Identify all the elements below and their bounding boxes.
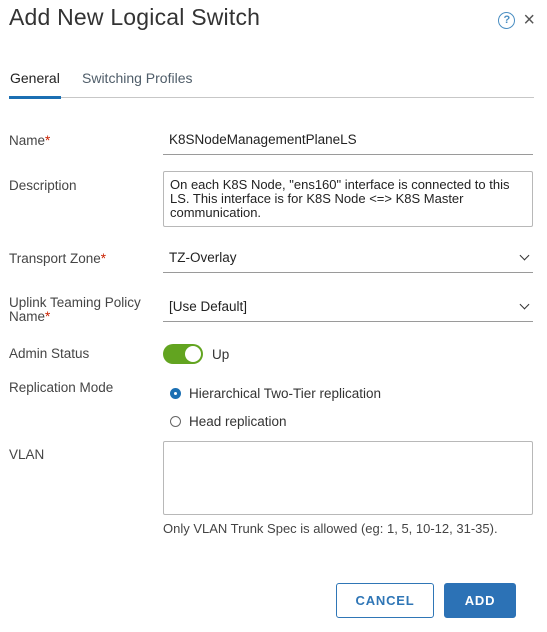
toggle-knob xyxy=(185,346,201,362)
required-marker: * xyxy=(45,309,51,324)
close-icon[interactable]: × xyxy=(523,10,535,30)
radio-hierarchical-two-tier[interactable] xyxy=(170,388,181,399)
uplink-label-line2: Name xyxy=(9,309,46,324)
admin-status-toggle[interactable] xyxy=(163,344,203,364)
uplink-teaming-policy-value: [Use Default] xyxy=(169,299,248,314)
cancel-button[interactable]: CANCEL xyxy=(336,583,434,618)
uplink-teaming-policy-label: Uplink Teaming Policy Name* xyxy=(9,296,141,324)
dialog-header-icons: ? × xyxy=(498,10,535,30)
description-label: Description xyxy=(9,178,77,193)
tab-bar: General Switching Profiles xyxy=(9,70,534,99)
replication-mode-label: Replication Mode xyxy=(9,380,114,395)
vlan-hint: Only VLAN Trunk Spec is allowed (eg: 1, … xyxy=(163,521,498,536)
vlan-label: VLAN xyxy=(9,447,45,462)
name-label-text: Name xyxy=(9,133,46,148)
radio-hierarchical-two-tier-label[interactable]: Hierarchical Two-Tier replication xyxy=(189,386,381,401)
required-marker: * xyxy=(100,251,107,266)
description-textarea[interactable]: On each K8S Node, "ens160" interface is … xyxy=(163,171,533,227)
help-icon[interactable]: ? xyxy=(498,11,516,29)
chevron-down-icon xyxy=(519,250,530,261)
tab-switching-profiles[interactable]: Switching Profiles xyxy=(82,70,193,96)
transport-zone-select[interactable]: TZ-Overlay xyxy=(163,246,533,273)
admin-status-value: Up xyxy=(212,347,230,362)
name-input-value: K8SNodeManagementPlaneLS xyxy=(169,132,357,147)
radio-head-replication-label[interactable]: Head replication xyxy=(189,414,287,429)
transport-zone-value: TZ-Overlay xyxy=(169,250,237,265)
transport-zone-label: Transport Zone* xyxy=(9,251,106,266)
tab-general[interactable]: General xyxy=(9,70,61,99)
name-input[interactable]: K8SNodeManagementPlaneLS xyxy=(163,128,533,155)
admin-status-label: Admin Status xyxy=(9,346,90,361)
uplink-teaming-policy-select[interactable]: [Use Default] xyxy=(163,295,533,322)
add-button[interactable]: ADD xyxy=(444,583,516,618)
radio-head-replication[interactable] xyxy=(170,416,181,427)
chevron-down-icon xyxy=(519,299,530,310)
vlan-textarea[interactable] xyxy=(163,441,533,515)
uplink-label-line1: Uplink Teaming Policy xyxy=(9,295,141,310)
name-label: Name* xyxy=(9,133,50,148)
required-marker: * xyxy=(45,133,51,148)
transport-zone-label-text: Transport Zone xyxy=(9,251,101,266)
dialog-title: Add New Logical Switch xyxy=(9,4,261,30)
